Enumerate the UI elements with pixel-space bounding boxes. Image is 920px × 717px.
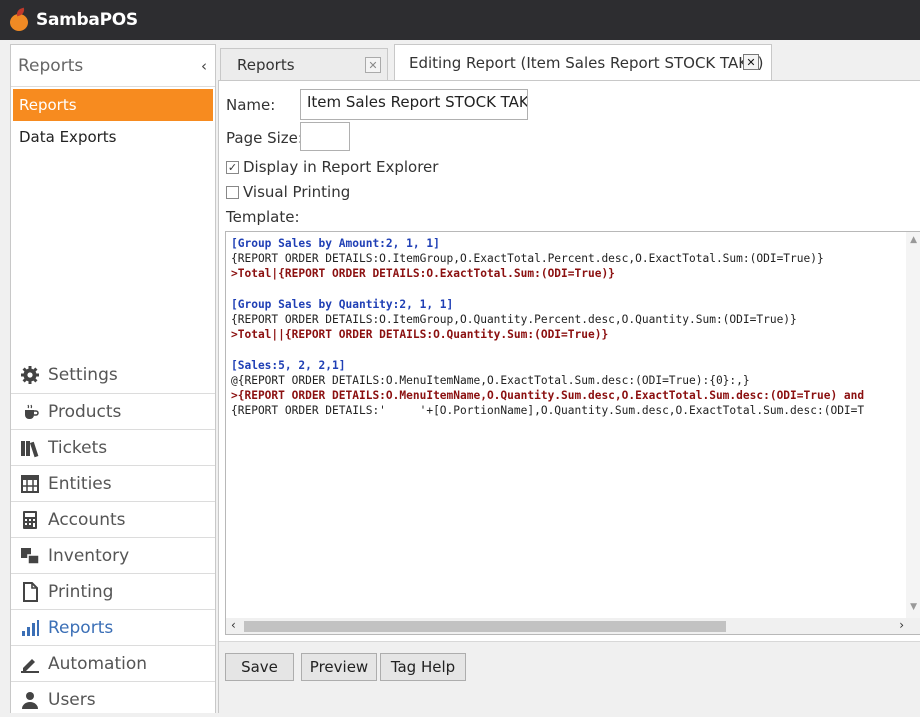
inventory-icon	[19, 545, 41, 567]
bar-chart-icon	[19, 617, 41, 639]
visual-printing-label: Visual Printing	[243, 183, 351, 201]
template-line: {REPORT ORDER DETAILS:O.ItemGroup,O.Quan…	[231, 313, 797, 327]
template-line: >Total|{REPORT ORDER DETAILS:O.ExactTota…	[231, 267, 615, 281]
sidebar-header: Reports ‹	[11, 45, 215, 87]
sidebar: Reports ‹ Reports Data Exports Settings …	[10, 44, 216, 713]
collapse-chevron-icon[interactable]: ‹	[201, 57, 207, 75]
editor-panel: Name: Item Sales Report STOCK TAKE Page …	[218, 80, 920, 714]
nav-reports-label: Reports	[48, 617, 114, 638]
nav-reports[interactable]: Reports	[11, 609, 215, 645]
nav-printing-label: Printing	[48, 581, 114, 602]
document-tabs: Reports ✕ Editing Report (Item Sales Rep…	[218, 44, 920, 81]
nav-users-label: Users	[48, 689, 96, 710]
template-line: {REPORT ORDER DETAILS:O.ItemGroup,O.Exac…	[231, 252, 824, 266]
name-field[interactable]: Item Sales Report STOCK TAKE	[300, 89, 528, 120]
nav-automation[interactable]: Automation	[11, 645, 215, 681]
template-line: {REPORT ORDER DETAILS:' '+[O.PortionName…	[231, 404, 865, 418]
horizontal-scrollbar[interactable]: ‹ ›	[226, 618, 920, 634]
document-icon	[19, 581, 41, 603]
gear-icon	[19, 364, 41, 386]
sambapos-logo-icon	[9, 7, 31, 31]
template-line: [Group Sales by Amount:2, 1, 1]	[231, 237, 440, 250]
action-bar: Save Preview Tag Help	[219, 641, 920, 714]
title-bar: SambaPOS	[0, 0, 920, 40]
nav-inventory-label: Inventory	[48, 545, 130, 566]
tab-editing-report[interactable]: Editing Report (Item Sales Report STOCK …	[394, 44, 772, 81]
close-icon[interactable]: ✕	[365, 57, 381, 73]
nav-automation-label: Automation	[48, 653, 148, 674]
nav-users[interactable]: Users	[11, 681, 215, 717]
main-navigation: Settings Products Tickets Entities Accou…	[11, 357, 215, 717]
preview-button[interactable]: Preview	[301, 653, 377, 681]
template-line: [Sales:5, 2, 2,1]	[231, 358, 346, 372]
nav-settings[interactable]: Settings	[11, 357, 215, 393]
nav-entities-label: Entities	[48, 473, 112, 494]
tab-reports-label: Reports	[237, 55, 295, 74]
template-line: [Group Sales by Quantity:2, 1, 1]	[231, 297, 454, 311]
template-line	[231, 282, 864, 297]
scroll-right-arrow-icon[interactable]: ›	[899, 618, 904, 632]
nav-tickets-label: Tickets	[48, 437, 108, 458]
coffee-cup-icon	[19, 401, 41, 423]
page-size-field[interactable]	[300, 122, 350, 151]
nav-products[interactable]: Products	[11, 393, 215, 429]
display-in-explorer-label: Display in Report Explorer	[243, 158, 439, 176]
checkmark-icon: ✓	[226, 160, 239, 174]
sidebar-header-title: Reports	[18, 55, 84, 76]
empty-checkbox-icon	[226, 185, 239, 199]
template-line: @{REPORT ORDER DETAILS:O.MenuItemName,O.…	[231, 373, 750, 387]
name-label: Name:	[226, 96, 276, 114]
template-code: [Group Sales by Amount:2, 1, 1] {REPORT O…	[231, 236, 864, 418]
sidebar-item-reports[interactable]: Reports	[13, 89, 213, 121]
template-editor[interactable]: [Group Sales by Amount:2, 1, 1] {REPORT O…	[225, 231, 920, 635]
template-line	[231, 342, 864, 357]
scrollbar-thumb[interactable]	[244, 621, 726, 632]
tab-editing-report-label: Editing Report (Item Sales Report STOCK …	[409, 53, 764, 72]
table-grid-icon	[19, 473, 41, 495]
template-line: >{REPORT ORDER DETAILS:O.MenuItemName,O.…	[231, 389, 865, 403]
scroll-down-arrow-icon[interactable]: ▼	[910, 602, 917, 612]
scroll-left-arrow-icon[interactable]: ‹	[231, 618, 236, 632]
visual-printing-checkbox[interactable]: Visual Printing	[226, 183, 350, 201]
display-in-explorer-checkbox[interactable]: ✓ Display in Report Explorer	[226, 158, 438, 176]
pen-icon	[19, 653, 41, 675]
template-line: >Total||{REPORT ORDER DETAILS:O.Quantity…	[231, 328, 609, 342]
save-button[interactable]: Save	[225, 653, 294, 681]
tab-reports[interactable]: Reports ✕	[220, 48, 388, 81]
tag-help-button[interactable]: Tag Help	[380, 653, 466, 681]
close-icon[interactable]: ✕	[743, 54, 759, 70]
template-label: Template:	[226, 208, 300, 226]
page-size-label: Page Size:	[226, 129, 303, 147]
nav-accounts[interactable]: Accounts	[11, 501, 215, 537]
nav-products-label: Products	[48, 401, 122, 422]
nav-accounts-label: Accounts	[48, 509, 126, 530]
user-icon	[19, 689, 41, 711]
app-brand: SambaPOS	[36, 10, 138, 30]
scroll-up-arrow-icon[interactable]: ▲	[910, 235, 917, 245]
nav-settings-label: Settings	[48, 365, 118, 385]
nav-tickets[interactable]: Tickets	[11, 429, 215, 465]
calculator-icon	[19, 509, 41, 531]
nav-printing[interactable]: Printing	[11, 573, 215, 609]
sidebar-item-data-exports[interactable]: Data Exports	[11, 121, 215, 153]
vertical-scrollbar[interactable]: ▲ ▼	[906, 232, 920, 620]
nav-inventory[interactable]: Inventory	[11, 537, 215, 573]
nav-entities[interactable]: Entities	[11, 465, 215, 501]
books-icon	[19, 437, 41, 459]
